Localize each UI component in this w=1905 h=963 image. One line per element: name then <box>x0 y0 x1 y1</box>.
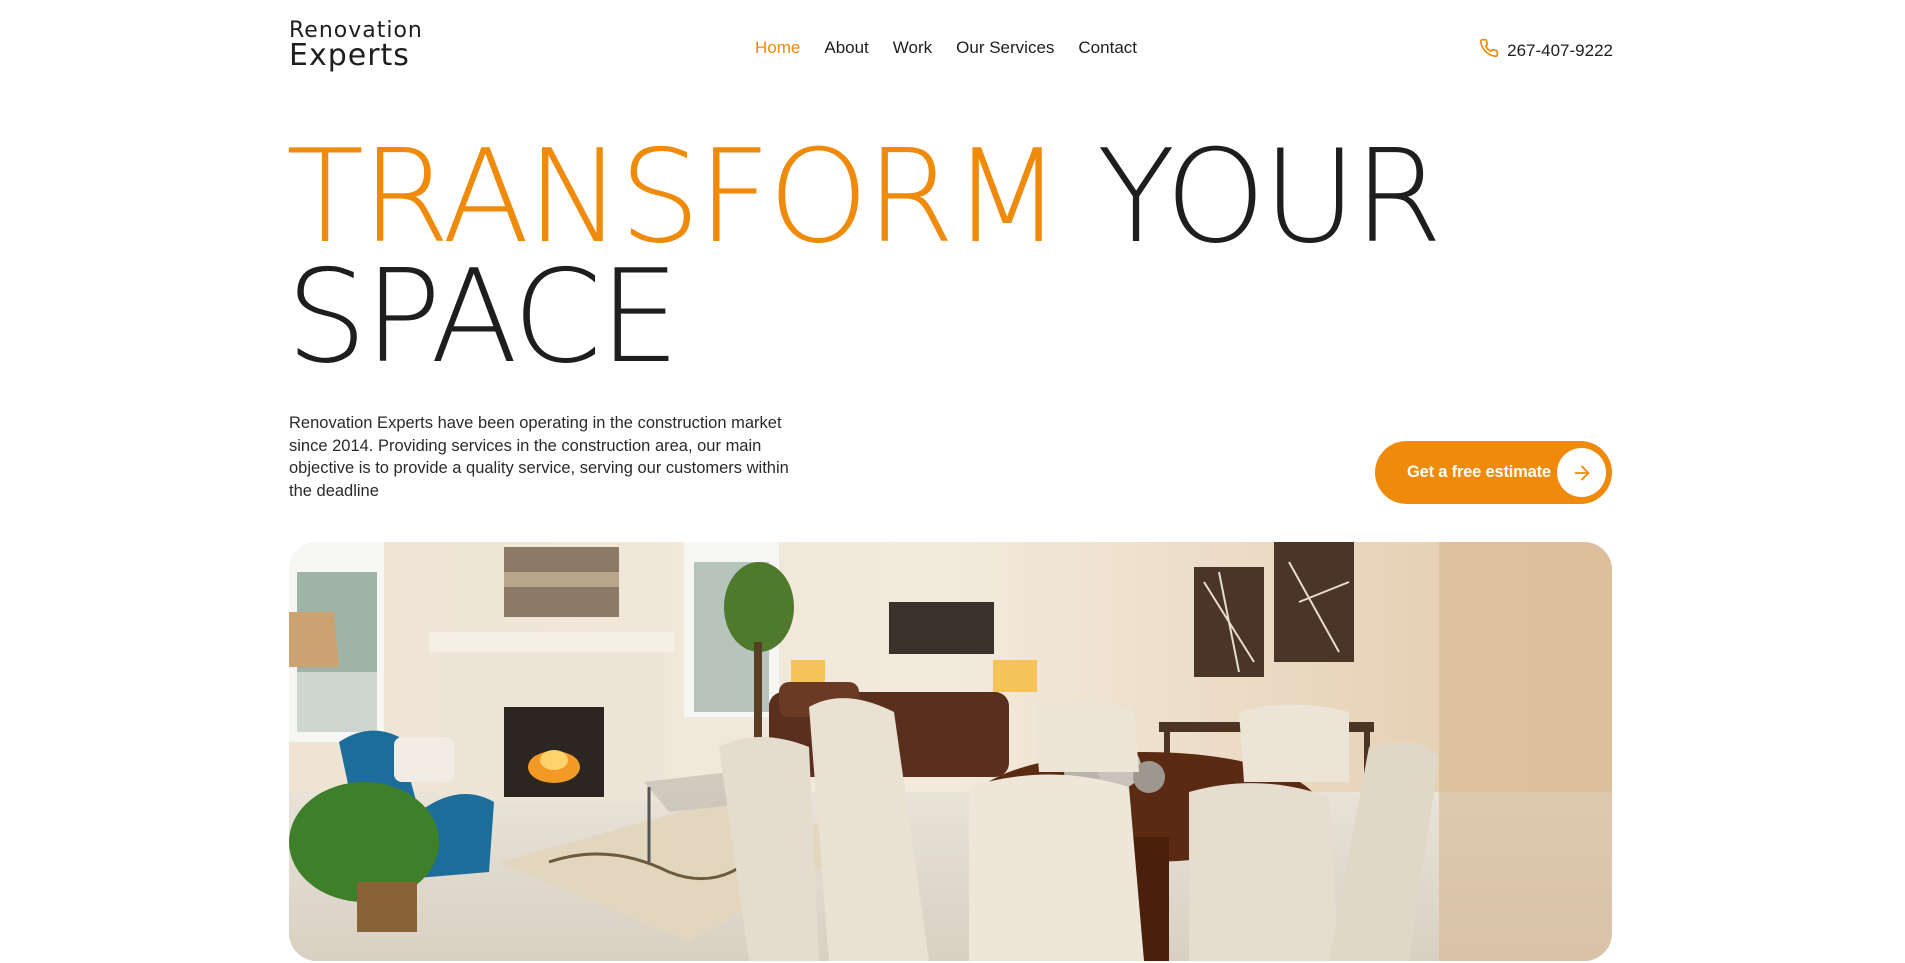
nav-work[interactable]: Work <box>893 38 932 58</box>
hero-title-line2: SPACE <box>286 243 680 392</box>
main-nav: Home About Work Our Services Contact <box>755 38 1161 58</box>
nav-about[interactable]: About <box>824 38 868 58</box>
phone-number: 267-407-9222 <box>1507 40 1613 60</box>
logo-line2: Experts <box>289 38 410 73</box>
nav-our-services[interactable]: Our Services <box>956 38 1054 58</box>
hero-title: TRANSFORM YOUR SPACE <box>286 134 1442 382</box>
phone-icon <box>1479 38 1499 63</box>
nav-contact[interactable]: Contact <box>1078 38 1137 58</box>
logo[interactable]: Renovation Experts <box>289 20 423 71</box>
free-estimate-label: Get a free estimate <box>1407 463 1551 481</box>
nav-home[interactable]: Home <box>755 38 800 58</box>
hero-title-rest: YOUR <box>1096 123 1443 272</box>
hero-description: Renovation Experts have been operating i… <box>289 414 789 500</box>
hero-image <box>289 542 1612 961</box>
arrow-right-icon <box>1557 448 1606 497</box>
free-estimate-button[interactable]: Get a free estimate <box>1375 441 1612 504</box>
phone-link[interactable]: 267-407-9222 <box>1479 38 1613 63</box>
